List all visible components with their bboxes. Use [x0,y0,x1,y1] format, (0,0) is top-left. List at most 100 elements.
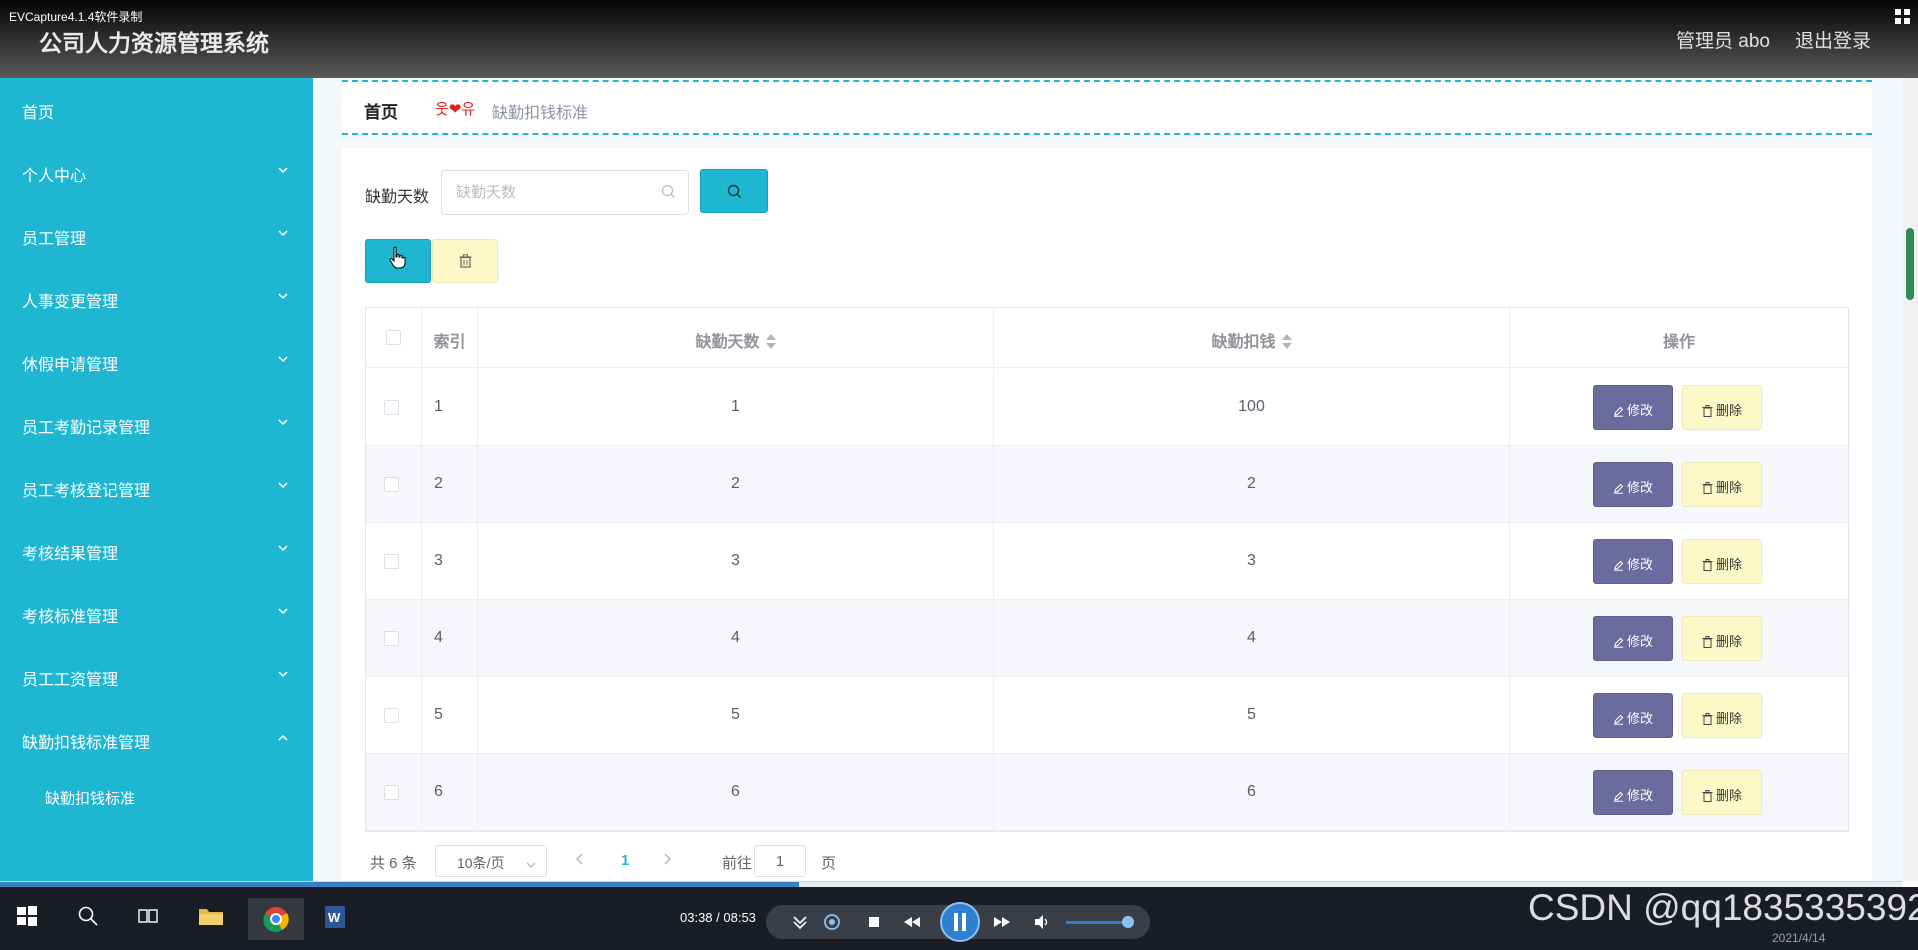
row-checkbox[interactable] [384,400,399,415]
row-checkbox[interactable] [384,554,399,569]
sidebar-item-profile[interactable]: 个人中心 [0,149,313,199]
sidebar-item-salary[interactable]: 员工工资管理 [0,653,313,703]
sidebar-item-assessment-standard[interactable]: 考核标准管理 [0,590,313,640]
delete-button[interactable]: 删除 [1682,770,1762,815]
row-checkbox[interactable] [384,708,399,723]
sort-icon[interactable] [1281,334,1292,350]
trash-icon [1702,557,1716,572]
delete-label: 删除 [1715,788,1742,803]
search-input[interactable] [456,171,656,214]
chevron-down-icon [278,356,288,366]
sidebar-item-assessment-result[interactable]: 考核结果管理 [0,527,313,577]
select-all-checkbox[interactable] [386,330,401,345]
page-size-select[interactable]: 10条/页 [435,845,547,877]
row-select-cell [366,754,422,831]
volume-knob[interactable] [1122,916,1134,928]
breadcrumb-separator: 웃❤유 [435,101,476,118]
edit-button[interactable]: 修改 [1593,462,1673,507]
row-checkbox[interactable] [384,477,399,492]
edit-icon [1613,711,1627,726]
edit-button[interactable]: 修改 [1593,693,1673,738]
file-explorer-icon[interactable] [197,904,227,934]
table-row: 4 4 4 修改 删除 [366,600,1848,677]
cell-deduction: 2 [994,446,1510,523]
trash-icon [459,254,472,268]
cell-index: 1 [422,369,478,446]
table-row: 5 5 5 修改 删除 [366,677,1848,754]
cell-actions: 修改 删除 [1510,754,1848,831]
delete-button[interactable]: 删除 [1682,693,1762,738]
edit-button[interactable]: 修改 [1593,770,1673,815]
loop-icon[interactable] [822,912,842,932]
column-header-days[interactable]: 缺勤天数 [478,308,994,368]
row-checkbox[interactable] [384,631,399,646]
chrome-icon[interactable] [248,898,304,940]
edit-button[interactable]: 修改 [1593,385,1673,430]
page-number[interactable]: 1 [621,852,629,869]
delete-button[interactable]: 删除 [1682,539,1762,584]
edit-button[interactable]: 修改 [1593,539,1673,584]
batch-delete-button[interactable] [432,239,498,283]
windows-start-icon[interactable] [15,904,45,934]
scrollbar-thumb[interactable] [1906,228,1914,300]
chevron-down-icon [278,230,288,240]
fast-forward-icon[interactable] [992,912,1012,932]
pause-icon[interactable] [940,902,980,942]
sidebar-item-assessment-register[interactable]: 员工考核登记管理 [0,464,313,514]
sidebar-item-absence-deduction[interactable]: 缺勤扣钱标准管理 [0,716,313,766]
cell-actions: 修改 删除 [1510,523,1848,600]
edit-label: 修改 [1626,634,1653,649]
search-button[interactable] [700,169,768,213]
window-grid-icon[interactable] [1893,7,1913,27]
column-header-deduction[interactable]: 缺勤扣钱 [994,308,1510,368]
word-icon[interactable]: W [322,904,352,934]
table-row: 3 3 3 修改 删除 [366,523,1848,600]
logout-link[interactable]: 退出登录 [1795,26,1871,53]
volume-slider[interactable] [1066,921,1130,924]
search-icon [661,184,678,201]
cell-days: 6 [478,754,994,831]
chevron-down-icon [278,482,288,492]
sidebar-item-label: 人事变更管理 [22,294,119,311]
row-checkbox[interactable] [384,785,399,800]
search-icon [727,184,741,198]
sidebar-item-label: 个人中心 [22,168,87,185]
volume-icon[interactable] [1032,912,1052,932]
task-view-icon[interactable] [136,904,166,934]
cell-actions: 修改 删除 [1510,600,1848,677]
next-page-icon[interactable] [662,852,672,871]
cell-deduction: 5 [994,677,1510,754]
search-icon[interactable] [76,904,106,934]
delete-button[interactable]: 删除 [1682,385,1762,430]
sidebar-item-home[interactable]: 首页 [0,86,313,136]
vertical-scrollbar[interactable] [1902,78,1918,881]
column-header-actions: 操作 [1662,334,1695,351]
cell-deduction: 4 [994,600,1510,677]
sidebar-item-employees[interactable]: 员工管理 [0,212,313,262]
delete-button[interactable]: 删除 [1682,616,1762,661]
prev-page-icon[interactable] [575,852,585,871]
sidebar-subitem-absence-deduction-standard[interactable]: 缺勤扣钱标准 [0,778,313,818]
goto-input[interactable] [755,846,805,876]
chevron-down-icon [278,419,288,429]
edit-label: 修改 [1626,480,1653,495]
sidebar-item-leave[interactable]: 休假申请管理 [0,338,313,388]
breadcrumb-current: 缺勤扣钱标准 [492,105,589,122]
search-field[interactable] [441,170,689,215]
sidebar-item-personnel-change[interactable]: 人事变更管理 [0,275,313,325]
delete-label: 删除 [1715,480,1742,495]
rewind-icon[interactable] [902,912,922,932]
breadcrumb: 首页 웃❤유 缺勤扣钱标准 [342,80,1872,135]
goto-field[interactable] [754,845,806,877]
sort-icon[interactable] [765,334,776,350]
delete-button[interactable]: 删除 [1682,462,1762,507]
trash-icon [1702,634,1716,649]
breadcrumb-home[interactable]: 首页 [364,98,398,123]
sidebar-item-attendance[interactable]: 员工考勤记录管理 [0,401,313,451]
edit-button[interactable]: 修改 [1593,616,1673,661]
stop-icon[interactable] [864,912,884,932]
chevron-down-icon [278,608,288,618]
goto-label: 前往 [722,855,753,872]
speed-icon[interactable] [790,912,810,932]
chevron-down-icon [278,545,288,555]
